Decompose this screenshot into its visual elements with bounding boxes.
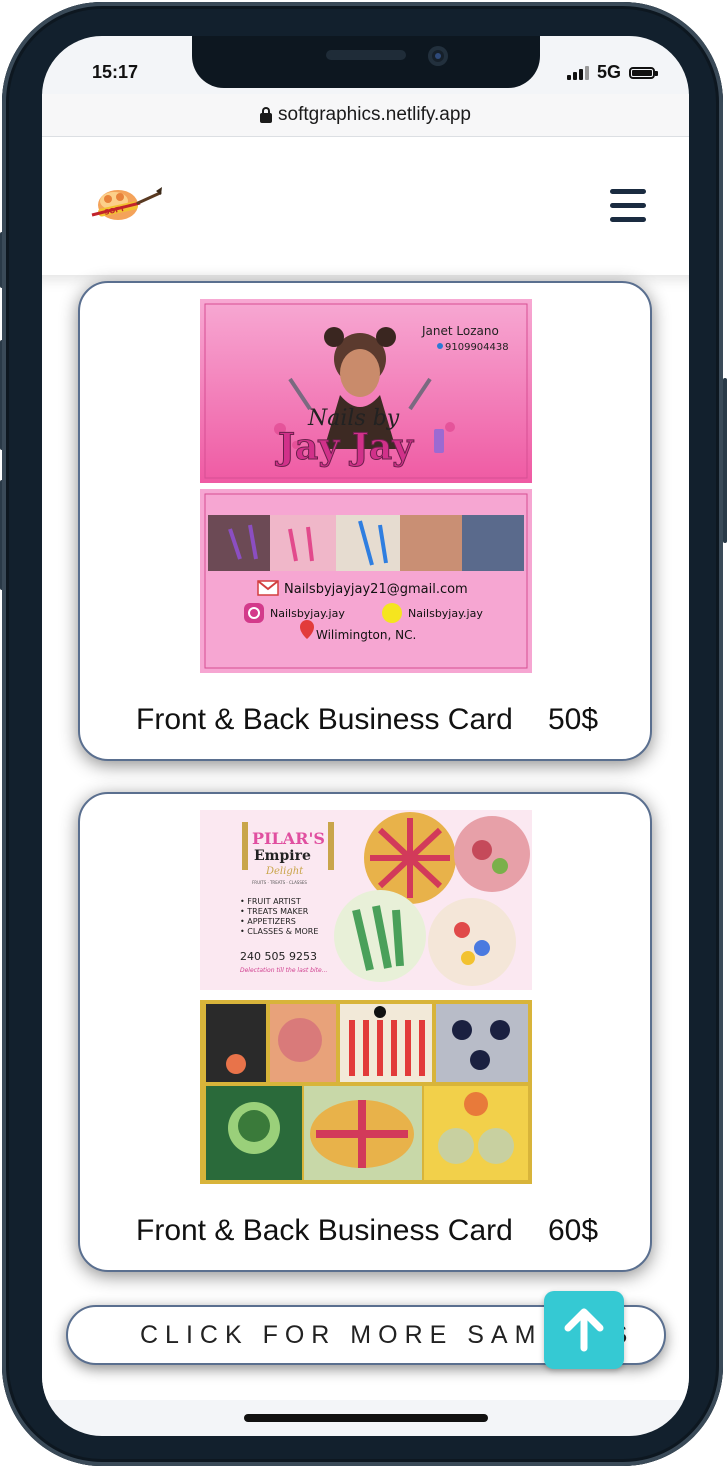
scroll-to-top-button[interactable] [544, 1291, 624, 1369]
lock-icon [260, 107, 273, 123]
card-back-image [200, 1000, 532, 1184]
card-location: Wilimington, NC. [316, 628, 416, 642]
card-price: 60$ [548, 1214, 599, 1247]
signal-icon [566, 65, 589, 80]
card-brand-line2: Jay Jay [275, 426, 414, 468]
card-back-image: Nailsbyjayjay21@gmail.com Nailsbyjay.jay… [200, 489, 532, 673]
card-owner-name: Janet Lozano [421, 324, 499, 338]
screen: 15:17 5G softgraphics.netlify.app SOFT [42, 36, 689, 1436]
camera-icon [428, 46, 448, 66]
battery-icon [629, 66, 658, 79]
card-snapchat: Nailsbyjay.jay [408, 607, 483, 620]
network-label: 5G [596, 62, 621, 82]
address-bar[interactable]: softgraphics.netlify.app [42, 94, 689, 137]
card2-phone: 240 505 9253 [240, 950, 317, 963]
card-title: Front & Back Business Card [136, 1214, 513, 1247]
arrow-up-icon [564, 1308, 604, 1352]
portfolio-list: Janet Lozano 9109904438 Nails by Jay Jay [42, 275, 689, 1400]
card-email: Nailsbyjayjay21@gmail.com [284, 582, 468, 597]
hamburger-menu-icon[interactable] [610, 189, 648, 223]
site-header: SOFT [42, 137, 689, 275]
card2-service: • TREATS MAKER [240, 907, 309, 916]
product-card[interactable]: Janet Lozano 9109904438 Nails by Jay Jay [78, 281, 652, 761]
card2-tagline: FRUITS · TREATS · CLASSES [252, 880, 307, 885]
url-text: softgraphics.netlify.app [278, 104, 471, 125]
card-front-image: Janet Lozano 9109904438 Nails by Jay Jay [200, 299, 532, 483]
card-owner-phone: 9109904438 [445, 342, 509, 353]
power-button [723, 378, 727, 543]
card2-brand-line1: PILAR'S [252, 829, 325, 848]
card2-slogan: Delectation till the last bite... [240, 967, 327, 974]
product-card[interactable]: PILAR'S Empire Delight FRUITS · TREATS ·… [78, 792, 652, 1272]
notch [192, 36, 540, 88]
card2-service: • APPETIZERS [240, 917, 296, 926]
card-price: 50$ [548, 703, 599, 736]
card2-brand-line2: Empire [254, 848, 311, 864]
home-indicator[interactable] [244, 1414, 488, 1422]
status-indicators: 5G [566, 62, 658, 83]
phone-frame: 15:17 5G softgraphics.netlify.app SOFT [2, 2, 723, 1466]
card-front-image: PILAR'S Empire Delight FRUITS · TREATS ·… [200, 810, 532, 990]
card2-brand-line3: Delight [265, 866, 304, 877]
card-instagram: Nailsbyjay.jay [270, 607, 345, 620]
card2-service: • CLASSES & MORE [240, 927, 318, 936]
brush-logo-icon[interactable]: SOFT [90, 181, 164, 227]
card2-service: • FRUIT ARTIST [240, 897, 301, 906]
card-title: Front & Back Business Card [136, 703, 513, 736]
status-time: 15:17 [92, 62, 139, 82]
speaker [326, 50, 406, 60]
